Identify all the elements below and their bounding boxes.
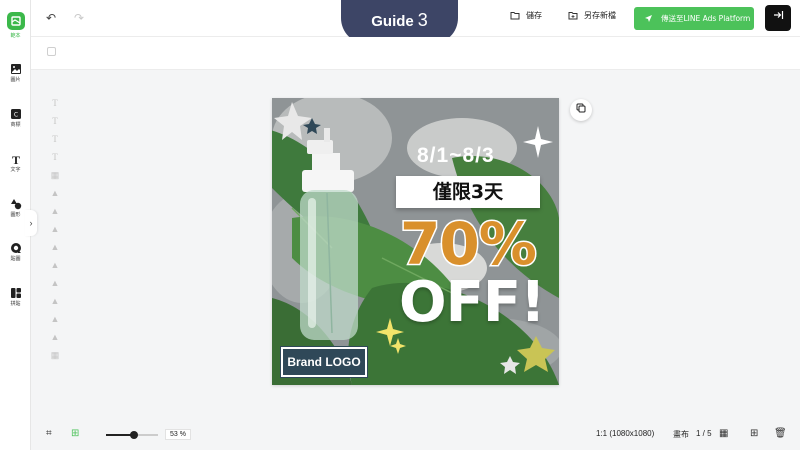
- rail-label: 商標: [10, 122, 21, 128]
- shape-layer-icon[interactable]: ▲: [50, 242, 60, 260]
- shape-layer-icon[interactable]: ▲: [50, 206, 60, 224]
- rail-item-collage[interactable]: 拼貼: [0, 286, 31, 307]
- shape-layer-icon[interactable]: ▲: [50, 260, 60, 278]
- logo-icon: C: [10, 107, 22, 119]
- text-layer-icon[interactable]: T: [50, 152, 60, 170]
- top-toolbar: ↶ ↷ Guide 3 儲存 另存新檔 傳送至LINE Ads Platform: [31, 0, 800, 44]
- undo-icon[interactable]: ↶: [46, 11, 56, 25]
- rail-item-text[interactable]: T 文字: [0, 152, 31, 173]
- text-icon: T: [10, 152, 22, 167]
- exit-icon: [773, 11, 783, 19]
- rail-item-sticker[interactable]: 貼圖: [0, 241, 31, 262]
- duplicate-icon: [576, 103, 586, 113]
- zoom-slider[interactable]: [106, 431, 158, 439]
- redo-icon[interactable]: ↷: [74, 11, 84, 25]
- bottom-toolbar: ⌗ ⊞ 53 % 1:1 (1080x1080) 畫布 1 / 5 ▦ ⊞ 🗑: [31, 418, 800, 450]
- shape-layer-icon[interactable]: ▲: [50, 224, 60, 242]
- sticker-icon: [10, 241, 22, 253]
- image-layer-icon[interactable]: ▦: [50, 350, 60, 368]
- folder-plus-icon: [568, 12, 578, 20]
- template-icon: [6, 12, 25, 30]
- sub-toolbar: [31, 37, 800, 70]
- design-canvas[interactable]: 8/1~8/3 僅限3天 70% OFF! Brand LOGO: [272, 98, 559, 385]
- shape-layer-icon[interactable]: ▲: [50, 296, 60, 314]
- date-range-text[interactable]: 8/1~8/3: [417, 144, 537, 168]
- image-layer-icon[interactable]: ▦: [50, 170, 60, 188]
- page-number: 1 / 5: [696, 429, 712, 438]
- rail-label: 文字: [10, 167, 21, 173]
- grid-icon[interactable]: ⊞: [71, 428, 79, 439]
- layer-list: T T T T ▦ ▲ ▲ ▲ ▲ ▲ ▲ ▲ ▲ ▲ ▦: [50, 98, 60, 368]
- shapes-icon: [10, 197, 22, 210]
- brand-logo-box[interactable]: Brand LOGO: [280, 346, 368, 378]
- off-text[interactable]: OFF!: [399, 270, 546, 335]
- svg-text:T: T: [11, 153, 19, 165]
- collage-icon: [10, 286, 22, 298]
- guide-step: 3: [417, 10, 428, 30]
- shape-layer-icon[interactable]: ▲: [50, 332, 60, 350]
- rail-label: 拼貼: [10, 301, 21, 307]
- rail-item-image[interactable]: 圖片: [0, 62, 31, 83]
- exit-button[interactable]: [765, 5, 791, 31]
- discount-percent-text[interactable]: 70%: [399, 209, 539, 280]
- shape-layer-icon[interactable]: ▲: [50, 188, 60, 206]
- send-label: 傳送至LINE Ads Platform: [661, 14, 751, 23]
- pages-grid-icon[interactable]: ▦: [719, 428, 728, 439]
- rail-label: 範本: [10, 33, 21, 39]
- rail-label: 貼圖: [10, 256, 21, 262]
- delete-page-icon[interactable]: 🗑: [774, 428, 787, 439]
- rail-item-template[interactable]: 範本: [0, 12, 31, 39]
- text-layer-icon[interactable]: T: [50, 98, 60, 116]
- svg-text:C: C: [13, 112, 17, 119]
- save-as-button[interactable]: 另存新檔: [568, 10, 616, 21]
- limited-days-banner[interactable]: 僅限3天: [396, 176, 540, 208]
- image-icon: [10, 62, 22, 74]
- zoom-slider-knob[interactable]: [129, 431, 138, 439]
- canvas-size-label: 1:1 (1080x1080): [596, 429, 655, 438]
- save-label: 儲存: [526, 11, 542, 20]
- shape-layer-icon[interactable]: ▲: [50, 278, 60, 296]
- crop-icon[interactable]: ⌗: [46, 428, 52, 439]
- folder-icon: [510, 12, 520, 20]
- send-icon: [645, 15, 652, 22]
- send-to-line-button[interactable]: 傳送至LINE Ads Platform: [634, 7, 754, 30]
- add-page-icon[interactable]: ⊞: [750, 428, 758, 439]
- select-all-checkbox[interactable]: [47, 47, 56, 56]
- rail-label: 圖片: [10, 77, 21, 83]
- save-as-label: 另存新檔: [584, 11, 616, 20]
- save-button[interactable]: 儲存: [510, 10, 542, 21]
- duplicate-page-button[interactable]: [570, 99, 592, 121]
- rail-item-logo[interactable]: C 商標: [0, 107, 31, 128]
- zoom-value[interactable]: 53 %: [165, 429, 191, 440]
- expand-panel-button[interactable]: ›: [25, 210, 37, 236]
- guide-label: Guide: [371, 13, 414, 30]
- canvas-label: 畫布: [673, 430, 689, 439]
- text-layer-icon[interactable]: T: [50, 134, 60, 152]
- shape-layer-icon[interactable]: ▲: [50, 314, 60, 332]
- text-layer-icon[interactable]: T: [50, 116, 60, 134]
